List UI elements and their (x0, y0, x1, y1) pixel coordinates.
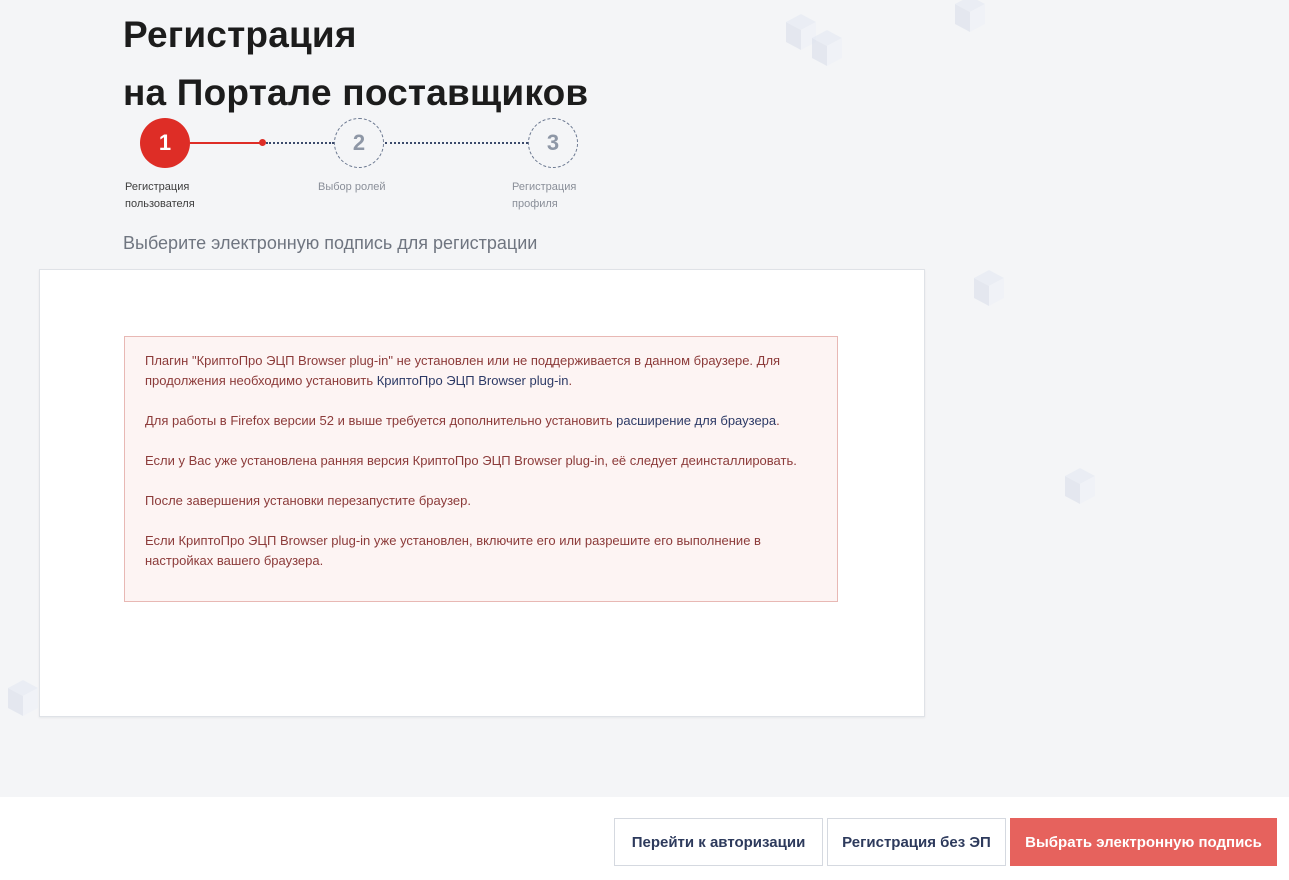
step-1-label-line1: Регистрация (125, 181, 190, 193)
alert-paragraph: Для работы в Firefox версии 52 и выше тр… (145, 413, 780, 428)
step-3-label-line2: профиля (512, 198, 558, 210)
step-3-circle: 3 (528, 118, 578, 168)
cryptopro-plugin-link[interactable]: КриптоПро ЭЦП Browser plug-in (377, 373, 569, 388)
browser-extension-link[interactable]: расширение для браузера (616, 413, 776, 428)
decor-cube-icon (1065, 468, 1095, 504)
step-1-circle: 1 (140, 118, 190, 168)
alert-paragraph: После завершения установки перезапустите… (145, 493, 471, 508)
step-1-label: Регистрация пользователя (125, 179, 195, 213)
signature-card: Плагин "КриптоПро ЭЦП Browser plug-in" н… (39, 269, 925, 717)
step-1-label-line2: пользователя (125, 198, 195, 210)
stepper-connector (266, 142, 334, 144)
step-3-number: 3 (546, 130, 560, 155)
step-2-circle: 2 (334, 118, 384, 168)
step-2-label-line1: Выбор ролей (318, 181, 386, 193)
step-3-label-line1: Регистрация (512, 181, 577, 193)
footer-bar: Перейти к авторизации Регистрация без ЭП… (0, 797, 1289, 880)
stepper-connector (385, 142, 528, 144)
step-3-label: Регистрация профиля (512, 179, 576, 213)
register-without-signature-button[interactable]: Регистрация без ЭП (827, 818, 1006, 866)
decor-cube-icon (812, 30, 842, 66)
select-signature-button[interactable]: Выбрать электронную подпись (1010, 818, 1277, 866)
signature-prompt: Выберите электронную подпись для регистр… (123, 233, 538, 253)
stepper-progress-line (190, 142, 263, 144)
stepper-progress-dot (259, 139, 266, 146)
step-2-label: Выбор ролей (318, 179, 386, 196)
alert-paragraph: Если КриптоПро ЭЦП Browser plug-in уже у… (145, 533, 761, 568)
decor-cube-icon (974, 270, 1004, 306)
registration-stepper: 1 2 3 Регистрация пользователя Выбор рол… (0, 0, 700, 230)
decor-cube-icon (8, 680, 38, 716)
alert-paragraph: Плагин "КриптоПро ЭЦП Browser plug-in" н… (145, 353, 781, 388)
alert-paragraph: Если у Вас уже установлена ранняя версия… (145, 453, 797, 468)
step-2-number: 2 (352, 130, 366, 155)
go-to-auth-button[interactable]: Перейти к авторизации (614, 818, 823, 866)
step-1-number: 1 (158, 130, 172, 155)
plugin-error-alert: Плагин "КриптоПро ЭЦП Browser plug-in" н… (124, 336, 838, 602)
decor-cube-icon (955, 0, 985, 32)
